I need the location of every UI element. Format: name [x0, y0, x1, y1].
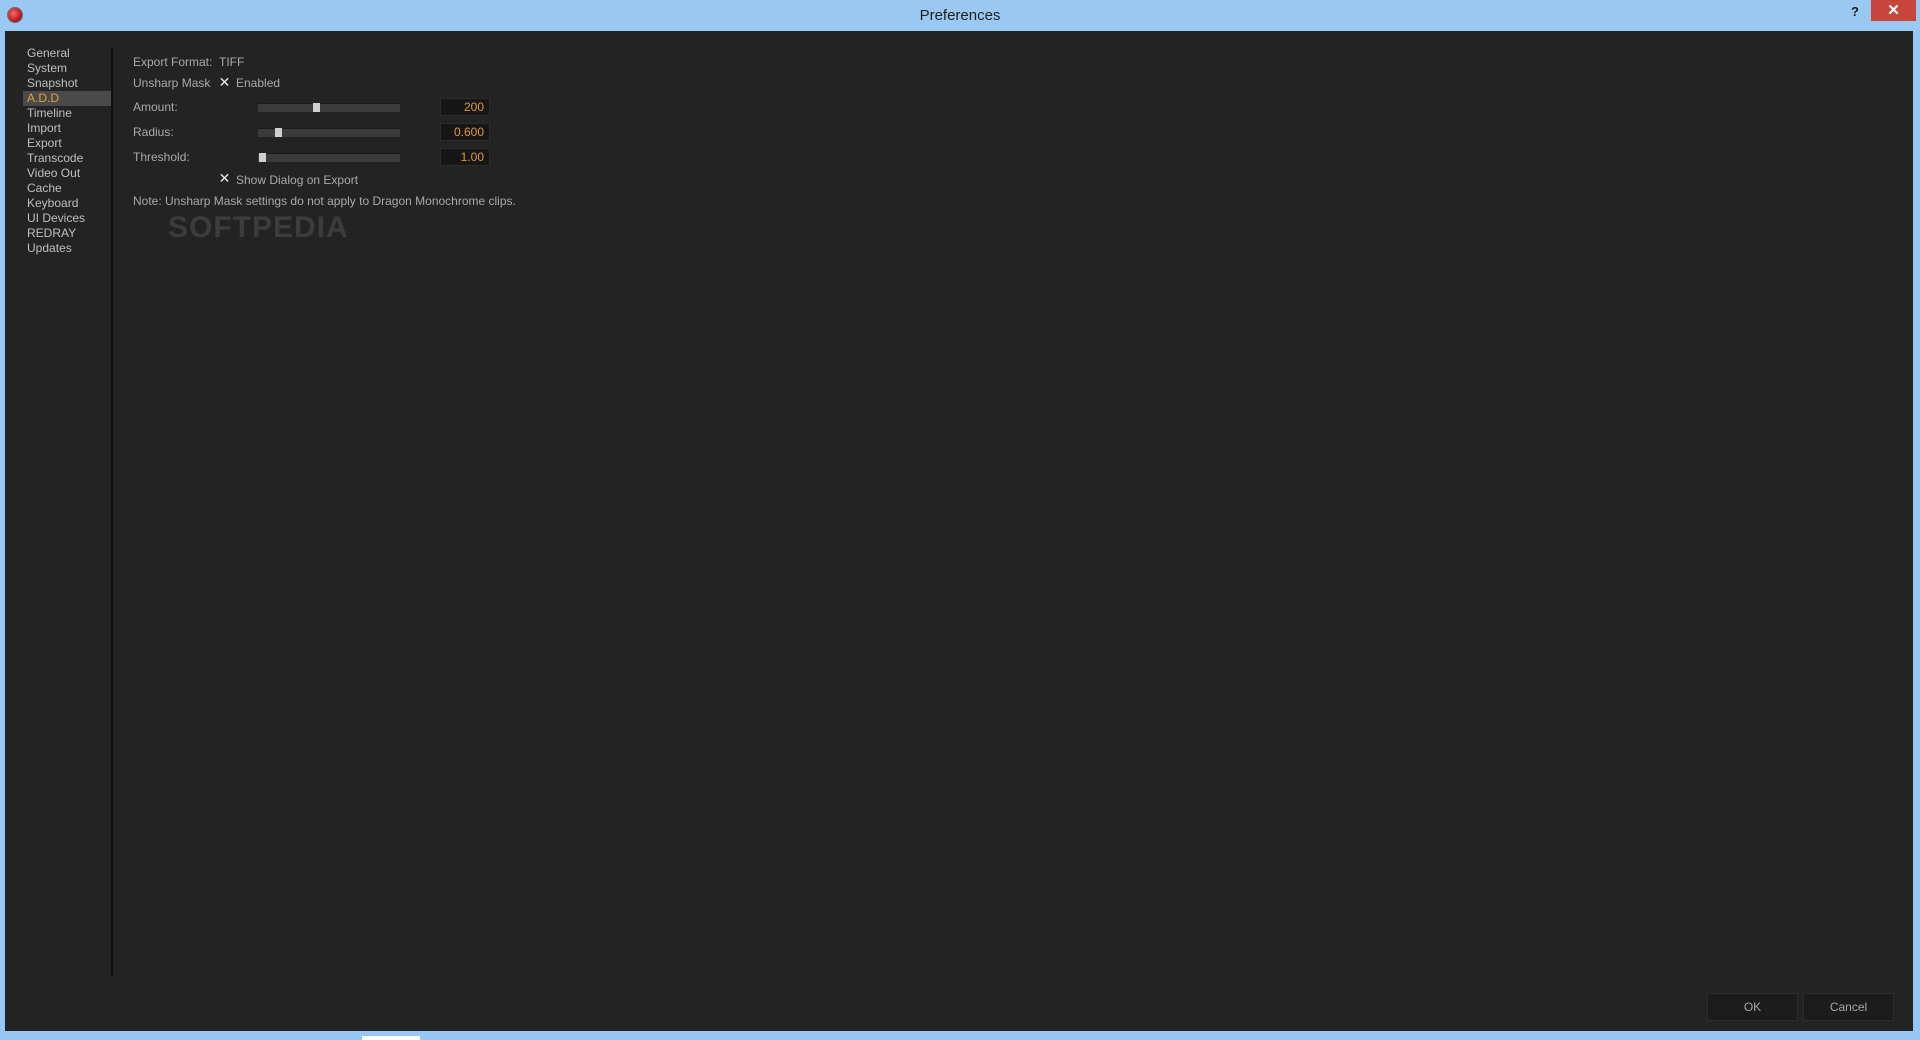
cancel-button[interactable]: Cancel: [1803, 993, 1894, 1021]
threshold-slider-thumb[interactable]: [259, 153, 266, 162]
export-format-value: TIFF: [219, 55, 245, 69]
check-x-icon: ✕: [218, 170, 231, 186]
unsharp-mask-label: Unsharp Mask: [133, 76, 211, 90]
nav-item-redray[interactable]: REDRAY: [23, 226, 111, 241]
help-button[interactable]: ?: [1840, 1, 1870, 23]
amount-input[interactable]: 200: [440, 98, 490, 116]
category-list[interactable]: General System Snapshot A.D.D Timeline I…: [23, 46, 111, 256]
nav-item-ui-devices[interactable]: UI Devices: [23, 211, 111, 226]
ok-button[interactable]: OK: [1707, 993, 1798, 1021]
close-icon: ✕: [1887, 2, 1900, 19]
radius-slider[interactable]: [258, 128, 400, 137]
window-bottom-border: [0, 1031, 1920, 1040]
threshold-input[interactable]: 1.00: [440, 148, 490, 166]
watermark-logo: SOFTPEDIA: [168, 211, 349, 244]
title-bar[interactable]: Preferences ? ✕: [0, 0, 1920, 31]
export-format-label: Export Format:: [133, 55, 213, 69]
amount-slider[interactable]: [258, 103, 400, 112]
threshold-label: Threshold:: [133, 150, 190, 164]
unsharp-enabled-checkbox[interactable]: ✕: [218, 74, 231, 90]
nav-item-export[interactable]: Export: [23, 136, 111, 151]
dialog-body: General System Snapshot A.D.D Timeline I…: [5, 31, 1913, 1031]
amount-label: Amount:: [133, 100, 178, 114]
nav-item-system[interactable]: System: [23, 61, 111, 76]
nav-item-timeline[interactable]: Timeline: [23, 106, 111, 121]
nav-item-transcode[interactable]: Transcode: [23, 151, 111, 166]
radius-label: Radius:: [133, 125, 174, 139]
radius-input[interactable]: 0.600: [440, 123, 490, 141]
nav-item-snapshot[interactable]: Snapshot: [23, 76, 111, 91]
taskbar-indicator: [362, 1036, 420, 1040]
note-text: Note: Unsharp Mask settings do not apply…: [133, 194, 516, 208]
preferences-window: Preferences ? ✕ General System Snapshot …: [0, 0, 1920, 1040]
show-dialog-label: Show Dialog on Export: [236, 173, 359, 187]
nav-item-keyboard[interactable]: Keyboard: [23, 196, 111, 211]
nav-item-updates[interactable]: Updates: [23, 241, 111, 256]
amount-slider-thumb[interactable]: [313, 103, 320, 112]
radius-slider-thumb[interactable]: [275, 128, 282, 137]
nav-item-cache[interactable]: Cache: [23, 181, 111, 196]
nav-item-video-out[interactable]: Video Out: [23, 166, 111, 181]
nav-item-add[interactable]: A.D.D: [23, 91, 111, 106]
close-button[interactable]: ✕: [1871, 0, 1916, 21]
show-dialog-checkbox[interactable]: ✕: [218, 170, 231, 186]
unsharp-enabled-label: Enabled: [236, 76, 281, 90]
threshold-slider[interactable]: [258, 153, 400, 162]
window-title: Preferences: [919, 7, 1001, 24]
nav-item-general[interactable]: General: [23, 46, 111, 61]
nav-item-import[interactable]: Import: [23, 121, 111, 136]
sidebar-divider: [111, 47, 113, 977]
check-x-icon: ✕: [218, 74, 231, 90]
